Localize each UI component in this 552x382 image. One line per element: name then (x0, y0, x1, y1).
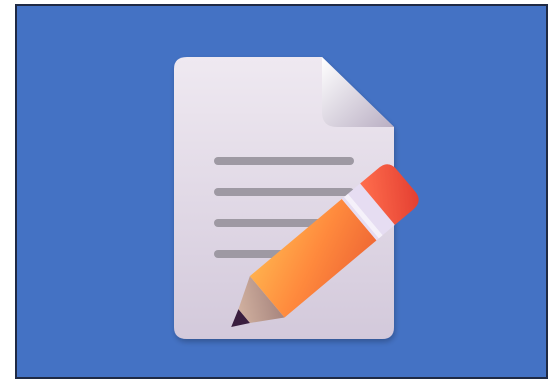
document-text-line (214, 157, 354, 165)
screenshot-frame (0, 0, 552, 382)
document-folded-corner (322, 57, 394, 127)
document-edit-icon (174, 57, 419, 339)
document-edit-icon-tile[interactable] (15, 4, 548, 379)
document-text-line (214, 188, 354, 196)
